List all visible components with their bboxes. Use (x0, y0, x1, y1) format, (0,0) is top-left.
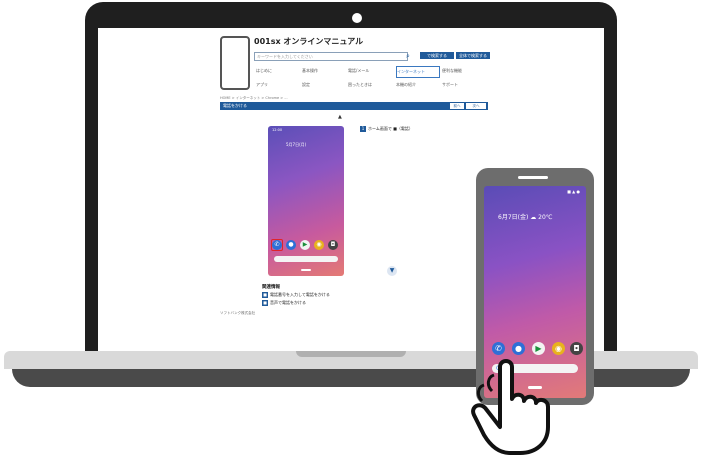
mini-status-time: 12:00 (272, 128, 283, 132)
menu-item-phone-mail[interactable]: 電話/メール (348, 66, 390, 76)
phone-date-widget: 6月7日(金) ☁ 20℃ (498, 214, 553, 221)
search-input[interactable]: キーワードを入力してください (254, 52, 408, 61)
mini-date-widget: 5月7日(月) (286, 142, 307, 147)
search-icon[interactable]: ⌕ (406, 52, 414, 60)
related-title: 関連情報 (262, 285, 280, 290)
laptop-notch (296, 351, 406, 357)
chrome-icon[interactable]: ◉ (552, 342, 565, 355)
menu-item-apps[interactable]: アプリ (256, 80, 298, 90)
mini-home-indicator (301, 269, 311, 271)
menu-item-getting-started[interactable]: はじめに (256, 66, 298, 76)
phone-speaker (518, 176, 548, 179)
menu-item-settings[interactable]: 設定 (302, 80, 344, 90)
mini-search-bar[interactable] (274, 256, 338, 262)
search-button[interactable]: で検索する (420, 52, 454, 59)
play-store-icon[interactable]: ▶ (300, 240, 310, 250)
menu-item-support[interactable]: サポート (442, 80, 484, 90)
page-title: 001sx オンラインマニュアル (254, 37, 364, 46)
phone-icon[interactable]: ✆ (272, 240, 282, 250)
breadcrumb[interactable]: HOME > インターネット > Chrome > ... (220, 96, 288, 101)
menu-item-internet[interactable]: インターネット (396, 66, 440, 78)
prev-button[interactable]: 前へ (450, 103, 464, 109)
pointing-hand-icon (471, 359, 550, 455)
menu-item-useful[interactable]: 便利な機能 (442, 66, 484, 76)
menu-item-about-device[interactable]: 本機の紹介 (396, 80, 438, 90)
next-step-icon[interactable]: ▼ (387, 266, 397, 276)
related-item[interactable]: ■ 音声で電話をかける (262, 300, 306, 306)
section-title-bar: 電話をかける (220, 102, 488, 110)
related-item[interactable]: ■ 電話番号を入力して電話をかける (262, 292, 330, 298)
camera-icon[interactable]: ◘ (328, 240, 338, 250)
menu-item-basic-operation[interactable]: 基本操作 (302, 66, 344, 76)
menu-item-troubleshooting[interactable]: 困ったときは (348, 80, 390, 90)
device-thumbnail (220, 36, 250, 90)
chrome-icon[interactable]: ◉ (314, 240, 324, 250)
step-instruction: 1 ホーム画面で ■（電話） (360, 126, 413, 132)
next-button[interactable]: 次へ (466, 103, 486, 109)
play-store-icon[interactable]: ▶ (532, 342, 545, 355)
messages-icon[interactable]: ● (286, 240, 296, 250)
step-screenshot: 12:00 5月7日(月) ✆ ● ▶ ◉ ◘ (268, 126, 344, 276)
laptop-camera (352, 13, 362, 23)
camera-icon[interactable]: ◘ (570, 342, 583, 355)
messages-icon[interactable]: ● (512, 342, 525, 355)
step-up-arrow-icon: ▲ (338, 114, 342, 120)
phone-icon[interactable]: ✆ (492, 342, 505, 355)
search-all-button[interactable]: 全体で検索する (456, 52, 490, 59)
phone-status-icons: ■ ▲ ● (567, 189, 580, 194)
footer-text: ソフトバンク株式会社 (220, 311, 256, 315)
